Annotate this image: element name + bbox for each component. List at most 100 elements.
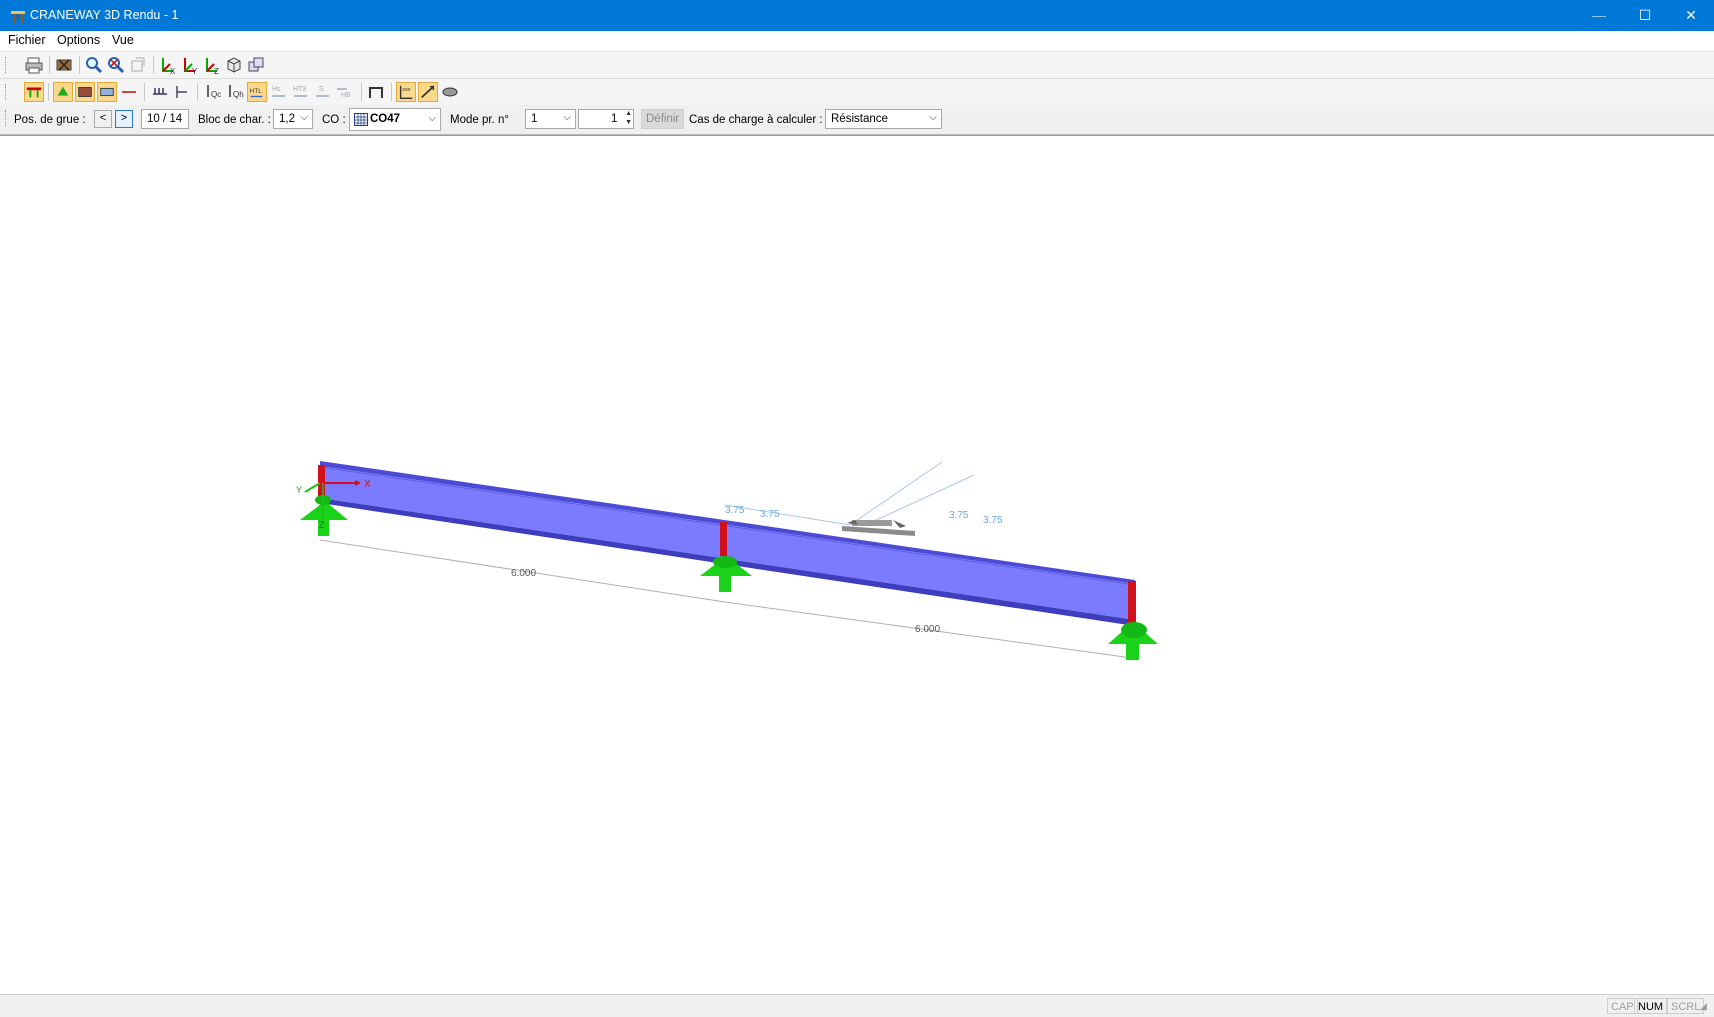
load-block-select[interactable]: 1,2 ⌵ bbox=[273, 109, 313, 129]
co-select[interactable]: CO47 ⌵ bbox=[349, 108, 441, 131]
svg-text:HTL: HTL bbox=[250, 88, 262, 95]
chevron-down-icon: ⌵ bbox=[929, 112, 937, 123]
num-indicator: NUM bbox=[1634, 998, 1668, 1014]
svg-text:HB: HB bbox=[341, 92, 351, 99]
previous-position-button[interactable]: < bbox=[94, 110, 112, 128]
load-case-select[interactable]: Résistance ⌵ bbox=[825, 109, 942, 129]
print-graphic-icon[interactable] bbox=[54, 55, 74, 75]
isometric-view-icon[interactable] bbox=[224, 55, 244, 75]
separator bbox=[197, 83, 198, 101]
title-bar: CRANEWAY 3D Rendu - 1 — ☐ ✕ bbox=[0, 0, 1714, 31]
separator bbox=[144, 83, 145, 101]
stiffener bbox=[1128, 581, 1136, 623]
svg-text:Qh: Qh bbox=[233, 90, 244, 99]
view-z-icon[interactable]: Z bbox=[202, 55, 222, 75]
svg-text:xxx: xxx bbox=[402, 87, 410, 93]
axis-z-label: Z bbox=[319, 520, 325, 530]
crane-wheel-load[interactable] bbox=[724, 461, 975, 536]
windows-icon[interactable] bbox=[246, 55, 266, 75]
chevron-down-icon: ⌵ bbox=[300, 112, 308, 123]
maximize-button[interactable]: ☐ bbox=[1622, 0, 1668, 31]
close-button[interactable]: ✕ bbox=[1668, 0, 1714, 31]
menu-fichier[interactable]: Fichier bbox=[8, 33, 46, 47]
load-value-label: 3.75 bbox=[725, 505, 745, 516]
load-s-icon[interactable]: S bbox=[313, 82, 333, 102]
svg-text:X: X bbox=[170, 67, 176, 75]
print-icon[interactable] bbox=[24, 55, 44, 75]
mode-spinner[interactable]: 1 ▲ ▼ bbox=[578, 109, 634, 129]
calculator-icon bbox=[354, 113, 368, 126]
mode-label: Mode pr. n° bbox=[450, 114, 509, 126]
load-block-label: Bloc de char. : bbox=[198, 114, 271, 126]
svg-text:HT3: HT3 bbox=[293, 86, 306, 93]
zoom-icon[interactable] bbox=[84, 55, 104, 75]
beam-web bbox=[320, 466, 1135, 620]
spin-up-icon[interactable]: ▲ bbox=[625, 110, 632, 118]
scrl-indicator: SCRL bbox=[1667, 998, 1705, 1014]
load-ht3-icon[interactable]: HT3 bbox=[291, 82, 311, 102]
show-model-icon[interactable] bbox=[24, 82, 44, 102]
show-loads-icon[interactable] bbox=[150, 82, 170, 102]
svg-text:Y: Y bbox=[192, 67, 198, 75]
toolbar-grip[interactable] bbox=[5, 57, 9, 73]
crane-runway-beam[interactable] bbox=[319, 461, 1136, 626]
chevron-down-icon: ⌵ bbox=[428, 113, 436, 124]
load-value-label: 3.75 bbox=[760, 509, 780, 520]
svg-text:Z: Z bbox=[214, 67, 219, 75]
render-icon[interactable] bbox=[440, 82, 460, 102]
craneway-app-icon bbox=[11, 11, 25, 23]
axis-x-label: X bbox=[364, 479, 371, 490]
load-hb-icon[interactable]: HB bbox=[335, 82, 355, 102]
next-position-button[interactable]: > bbox=[115, 110, 133, 128]
load-htl-icon[interactable]: HTL bbox=[247, 82, 267, 102]
spin-value: 1 bbox=[611, 113, 618, 125]
menu-bar: Fichier Options Vue bbox=[0, 31, 1714, 52]
crane-position-label: Pos. de grue : bbox=[14, 114, 86, 126]
show-section-icon[interactable] bbox=[97, 82, 117, 102]
separator bbox=[49, 56, 50, 74]
zoom-all-icon[interactable] bbox=[106, 55, 126, 75]
show-load-values-icon[interactable] bbox=[172, 82, 192, 102]
view-y-icon[interactable]: Y bbox=[180, 55, 200, 75]
load-qh-icon[interactable]: Qh bbox=[225, 82, 245, 102]
show-supports-icon[interactable] bbox=[53, 82, 73, 102]
show-values-icon[interactable]: xxx bbox=[396, 82, 416, 102]
separator bbox=[153, 56, 154, 74]
rotate-view-icon[interactable] bbox=[128, 55, 148, 75]
svg-text:Hs: Hs bbox=[272, 86, 281, 93]
separator bbox=[48, 83, 49, 101]
svg-text:Qc: Qc bbox=[211, 90, 221, 99]
span-label: 6.000 bbox=[915, 624, 940, 635]
position-field[interactable]: 10 / 14 bbox=[141, 109, 189, 129]
span-label: 6.000 bbox=[511, 568, 536, 579]
axis-y-label: Y bbox=[296, 485, 302, 495]
toolbar-grip[interactable] bbox=[5, 84, 9, 100]
resize-grip-icon[interactable]: ◢ bbox=[1700, 1001, 1707, 1012]
load-qc-icon[interactable]: Qc bbox=[203, 82, 223, 102]
chevron-down-icon: ⌵ bbox=[563, 112, 571, 123]
toolbar-display: Qc Qh HTL Hs HT3 S HB xxx bbox=[0, 79, 1714, 106]
separator bbox=[361, 83, 362, 101]
show-solid-icon[interactable] bbox=[75, 82, 95, 102]
model-canvas[interactable]: X Y Z 6.000 6.000 3.75 3.75 3.75 3.75 bbox=[0, 136, 1714, 994]
load-block-value: 1,2 bbox=[279, 113, 295, 125]
mode-select[interactable]: 1 ⌵ bbox=[525, 109, 576, 129]
render-viewport[interactable]: X Y Z 6.000 6.000 3.75 3.75 3.75 3.75 bbox=[0, 135, 1714, 995]
view-x-icon[interactable]: X bbox=[158, 55, 178, 75]
toolbar-grip[interactable] bbox=[5, 110, 9, 126]
crane-bridge-icon[interactable] bbox=[366, 82, 386, 102]
spin-down-icon[interactable]: ▼ bbox=[625, 119, 632, 127]
separator bbox=[79, 56, 80, 74]
deformation-icon[interactable] bbox=[418, 82, 438, 102]
toolbar-view: X Y Z bbox=[0, 52, 1714, 79]
show-dimensions-icon[interactable] bbox=[119, 82, 139, 102]
minimize-button[interactable]: — bbox=[1576, 0, 1622, 31]
load-case-label: Cas de charge à calculer : bbox=[689, 114, 823, 126]
load-hs-icon[interactable]: Hs bbox=[269, 82, 289, 102]
define-button[interactable]: Définir bbox=[641, 109, 685, 129]
toolbar-crane-position: Pos. de grue : < > 10 / 14 Bloc de char.… bbox=[0, 105, 1714, 135]
menu-vue[interactable]: Vue bbox=[112, 33, 134, 47]
window-title: CRANEWAY 3D Rendu - 1 bbox=[30, 8, 179, 22]
menu-options[interactable]: Options bbox=[57, 33, 100, 47]
support-node-3[interactable] bbox=[1108, 622, 1158, 660]
